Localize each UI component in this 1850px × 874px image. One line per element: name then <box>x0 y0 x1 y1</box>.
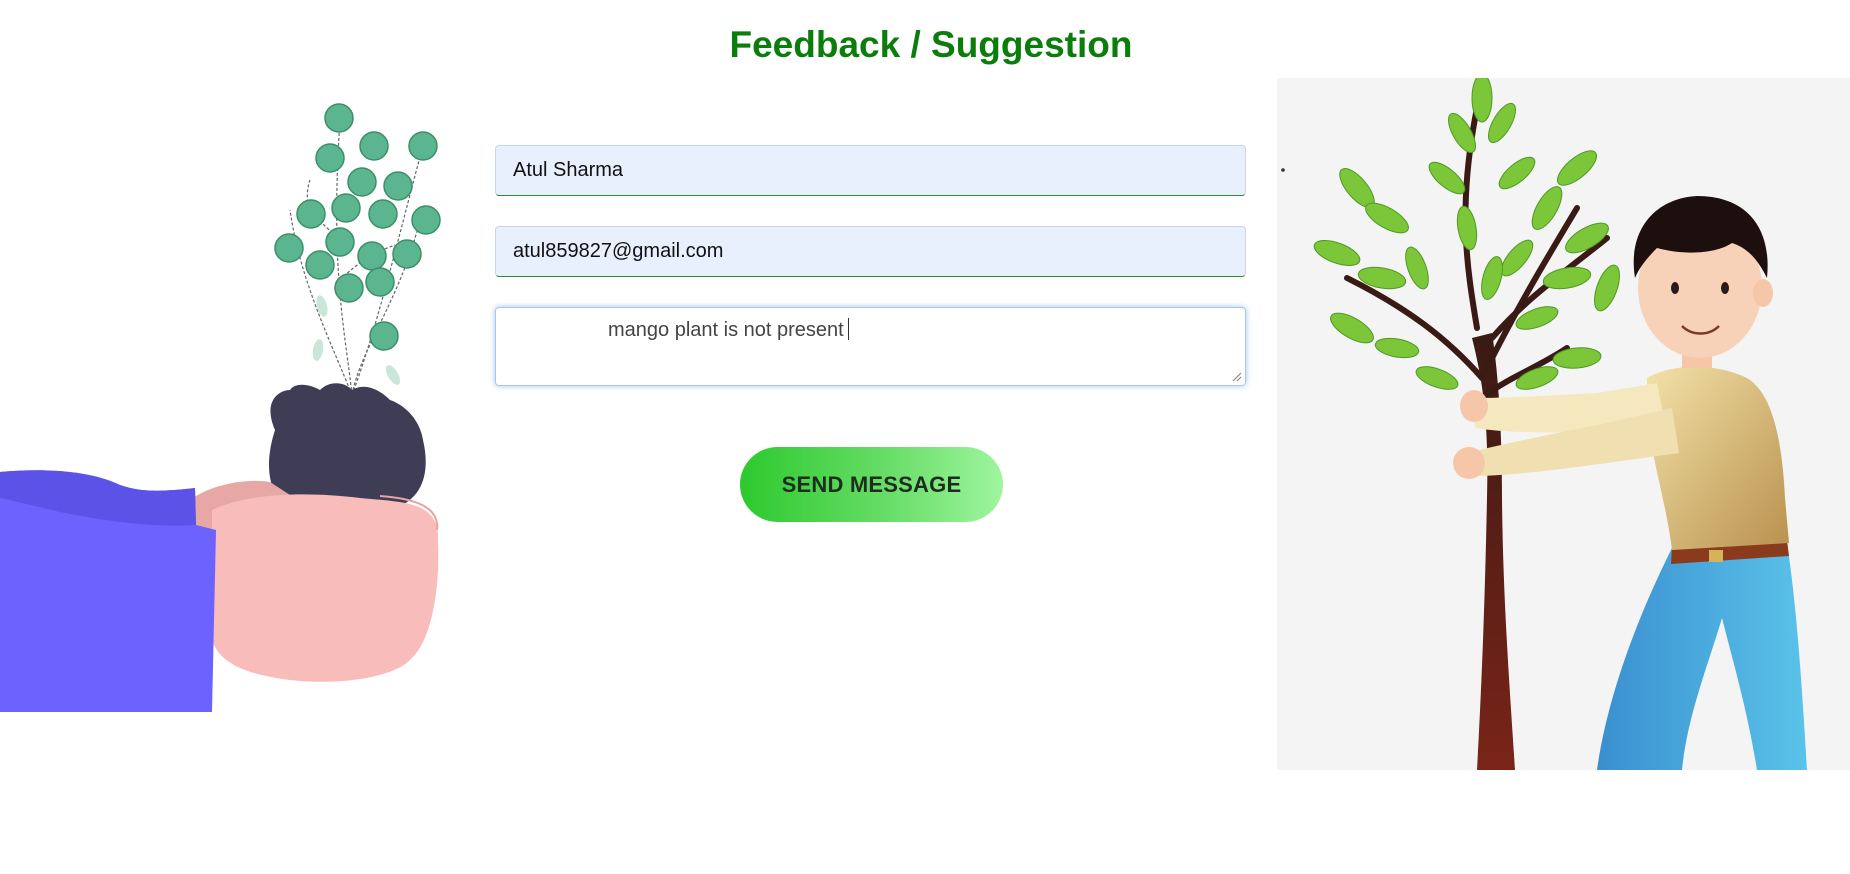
text-caret <box>847 318 849 340</box>
resize-grip-icon[interactable] <box>1230 370 1242 382</box>
boy-planting-tree-illustration <box>1277 78 1850 770</box>
message-textarea[interactable]: mango plant is not present <box>495 307 1246 386</box>
page-title: Feedback / Suggestion <box>729 24 1133 65</box>
name-input[interactable]: Atul Sharma <box>495 145 1246 196</box>
message-text: mango plant is not present <box>608 319 844 341</box>
send-message-button[interactable]: SEND MESSAGE <box>740 447 1003 522</box>
hands-holding-plant-illustration <box>0 103 441 712</box>
feedback-form: Atul Sharma atul859827@gmail.com mango p… <box>495 145 1246 386</box>
feedback-page: Feedback / Suggestion Atul Sharma atul85… <box>0 0 1850 874</box>
email-input[interactable]: atul859827@gmail.com <box>495 226 1246 277</box>
